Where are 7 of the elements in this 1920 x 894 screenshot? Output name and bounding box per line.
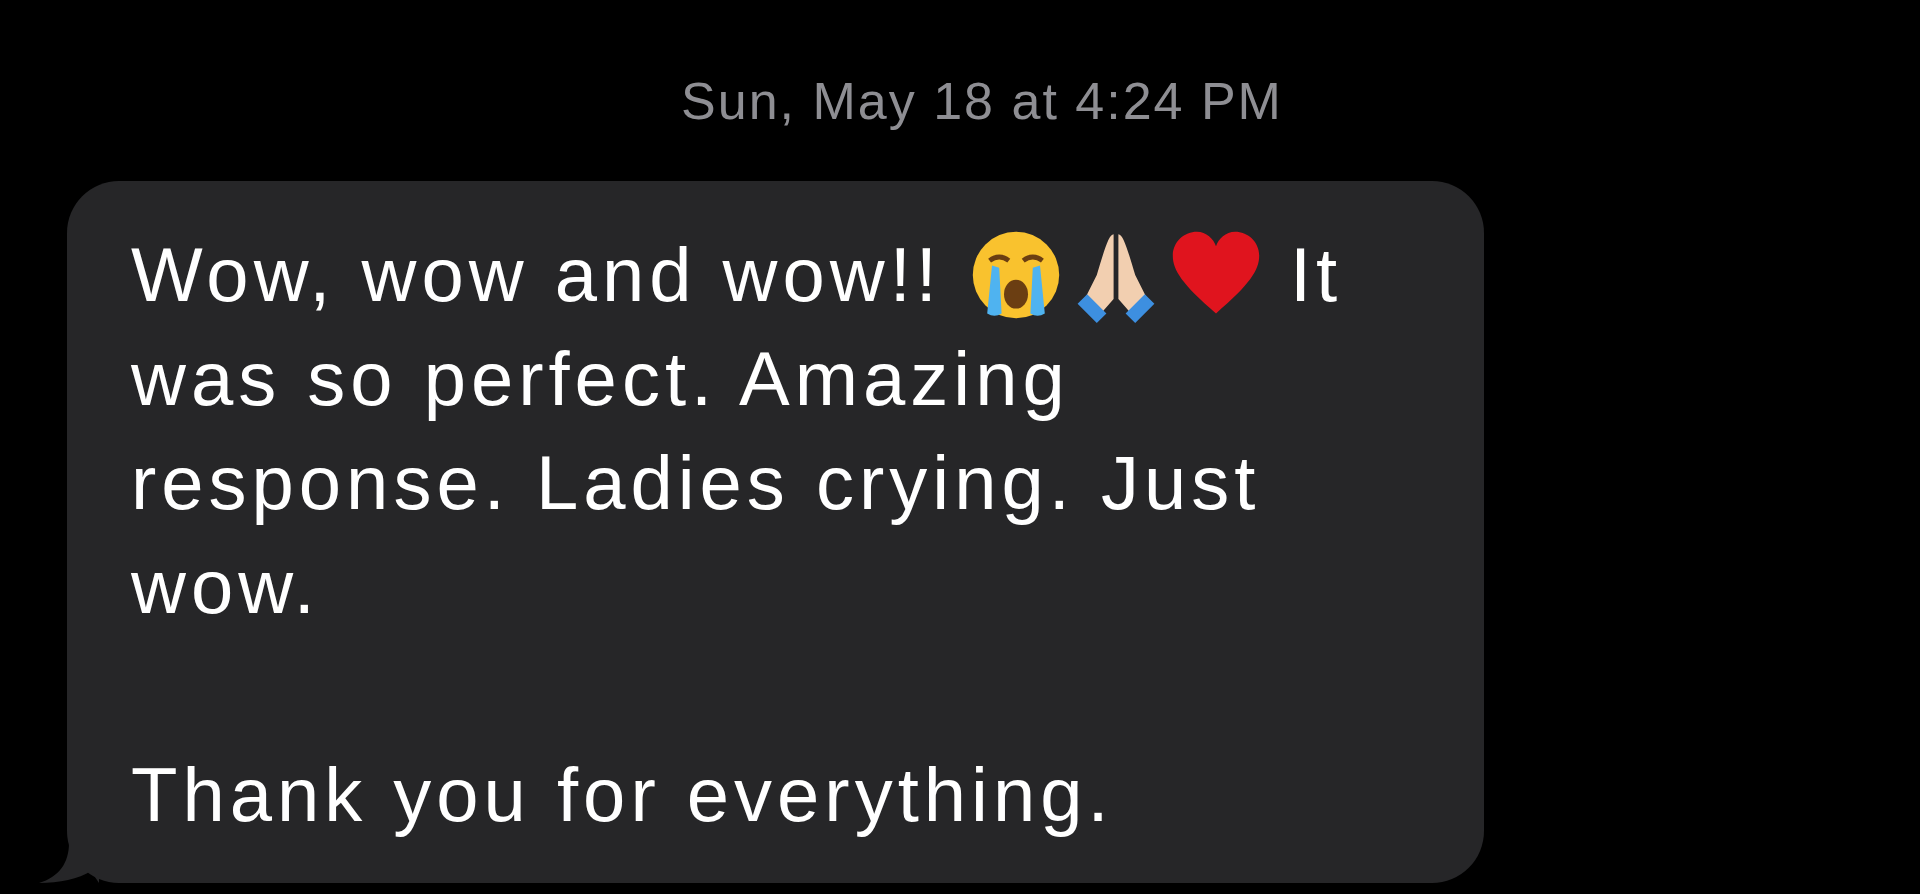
message-text: It	[1289, 231, 1343, 319]
message-text: response. Ladies crying. Just	[131, 439, 1262, 527]
message-text: was so perfect. Amazing	[131, 335, 1071, 423]
message-text: Thank you for everything.	[131, 751, 1115, 839]
message-timestamp: Sun, May 18 at 4:24 PM	[681, 72, 1283, 130]
message-text: Wow, wow and wow!!	[131, 231, 942, 319]
message-text: wow.	[131, 543, 321, 631]
